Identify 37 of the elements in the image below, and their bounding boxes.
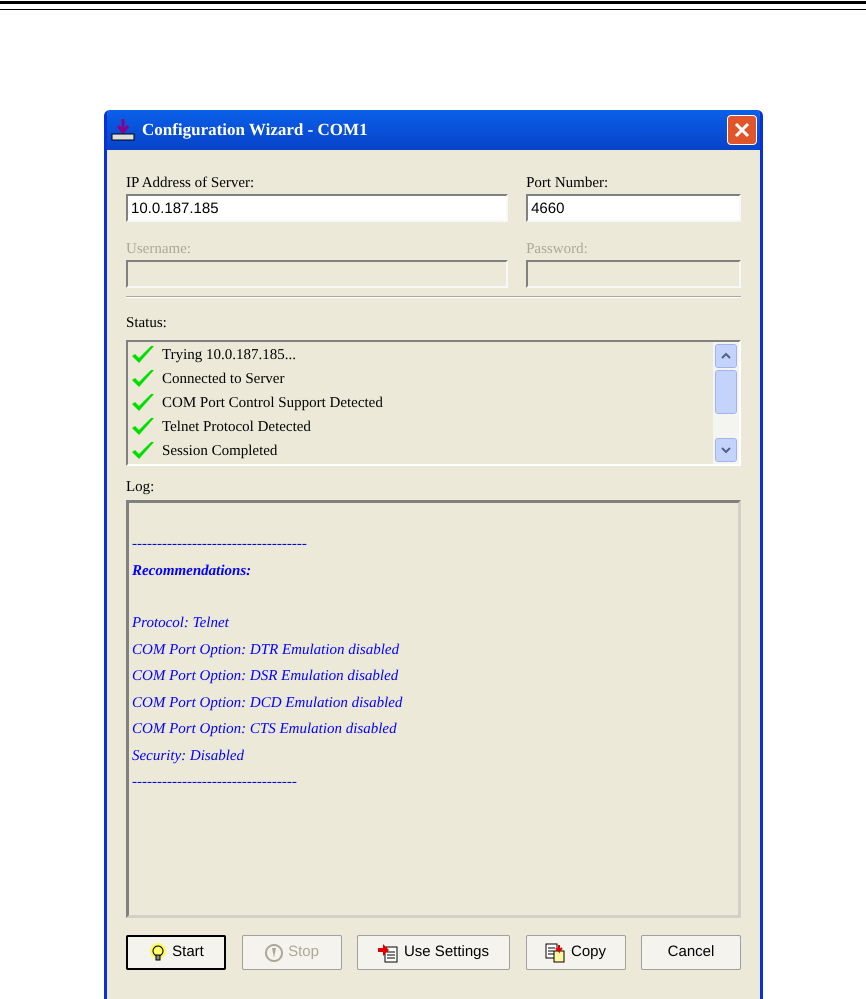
log-line: COM Port Option: DCD Emulation disabled: [132, 694, 402, 710]
field-label: IP Address of Server:: [126, 174, 254, 192]
close-button[interactable]: [727, 115, 757, 145]
lightbulb-icon: [148, 942, 168, 962]
input-field[interactable]: 4660: [526, 194, 741, 222]
field-label: Port Number:: [526, 174, 608, 192]
dialog-button[interactable]: Cancel: [641, 935, 741, 970]
log-line: COM Port Option: DTR Emulation disabled: [132, 642, 400, 658]
status-label: Status:: [126, 315, 167, 331]
log-heading: Recommendations:: [132, 562, 252, 578]
scroll-up-icon[interactable]: [721, 352, 731, 360]
field-label: Username:: [126, 240, 191, 258]
field-label: Password:: [526, 240, 588, 258]
status-text: Telnet Protocol Detected: [162, 418, 311, 436]
status-text: Connected to Server: [162, 370, 284, 388]
stop-icon: [264, 942, 284, 962]
dialog-button[interactable]: Use Settings: [357, 935, 510, 970]
scrollbar[interactable]: [713, 342, 739, 464]
input-field[interactable]: 10.0.187.185: [126, 194, 508, 222]
dialog-button[interactable]: Start: [126, 935, 226, 970]
log-line: Security: Disabled: [132, 748, 244, 764]
dialog-button[interactable]: Copy: [526, 935, 626, 970]
window-title: Configuration Wizard - COM1: [142, 119, 368, 142]
close-icon: [733, 121, 751, 139]
log-line: Protocol: Telnet: [132, 615, 229, 631]
document-arrow-icon: [378, 942, 400, 962]
status-text: Trying 10.0.187.185...: [162, 346, 296, 364]
log-line: COM Port Option: DSR Emulation disabled: [132, 668, 398, 684]
log-line: COM Port Option: CTS Emulation disabled: [132, 721, 397, 737]
log-label: Log:: [126, 478, 154, 494]
status-text: Session Completed: [162, 442, 278, 460]
status-text: COM Port Control Support Detected: [162, 394, 383, 412]
log-separator: ---------------------------------: [132, 774, 297, 790]
port-icon: [110, 117, 136, 143]
log-separator: -----------------------------------: [132, 536, 307, 552]
copy-icon: [544, 942, 567, 962]
scroll-down-icon[interactable]: [721, 446, 731, 454]
